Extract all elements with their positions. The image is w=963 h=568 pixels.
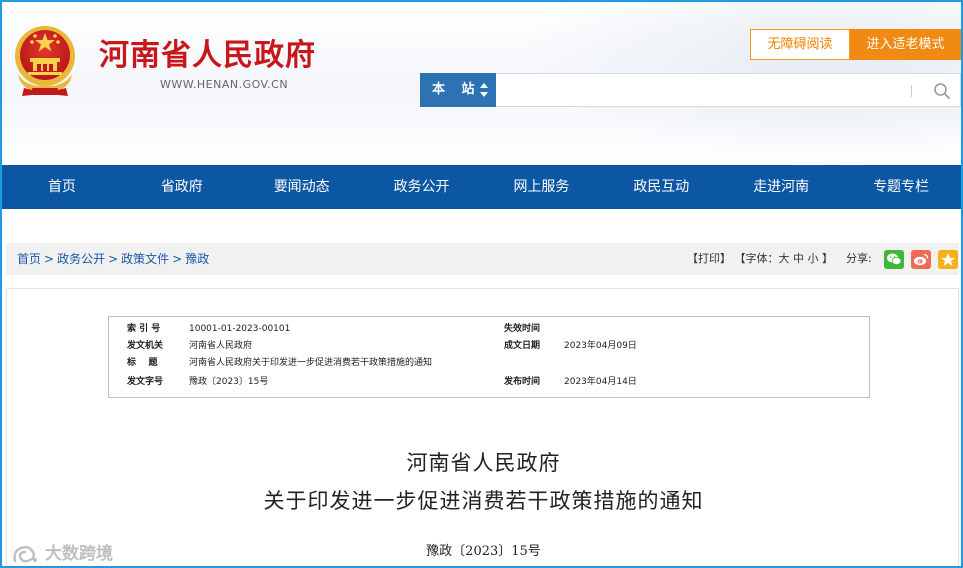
watermark-logo-icon — [13, 545, 37, 563]
site-title[interactable]: 河南省人民政府 — [99, 30, 316, 74]
share-label: 分享: — [846, 252, 872, 265]
search-icon[interactable] — [933, 82, 951, 100]
index-number-label: 索 引 号 — [127, 324, 161, 334]
print-button[interactable]: 【打印】 — [687, 252, 731, 265]
document-number: 豫政〔2023〕15号 — [426, 544, 541, 559]
browser-frame: 河南省人民政府 WWW.HENAN.GOV.CN 无障碍阅读 进入适老模式 本 … — [0, 0, 963, 568]
nav-item-news[interactable]: 要闻动态 — [242, 165, 362, 209]
font-size-suffix: 】 — [822, 252, 833, 265]
created-date-label: 成文日期 — [504, 341, 541, 351]
nav-item-online-services[interactable]: 网上服务 — [482, 165, 602, 209]
breadcrumb-yuzheng[interactable]: 豫政 — [185, 252, 209, 266]
breadcrumb-policy-documents[interactable]: 政策文件 — [121, 252, 169, 266]
qzone-icon[interactable] — [938, 250, 958, 269]
font-medium-button[interactable]: 中 — [793, 252, 804, 265]
elderly-mode-button[interactable]: 进入适老模式 — [850, 29, 961, 60]
breadcrumb-separator: > — [172, 252, 183, 266]
expiry-label: 失效时间 — [504, 324, 541, 334]
document-number-value: 豫政〔2023〕15号 — [189, 377, 269, 387]
index-number-value: 10001-01-2023-00101 — [189, 324, 291, 334]
title-label: 标 题 — [127, 358, 158, 368]
nav-item-special-topics[interactable]: 专题专栏 — [841, 165, 961, 209]
site-url: WWW.HENAN.GOV.CN — [160, 78, 289, 91]
weibo-icon[interactable] — [911, 250, 931, 269]
breadcrumb: 首页 > 政务公开 > 政策文件 > 豫政 — [17, 243, 209, 275]
national-emblem-icon — [15, 26, 75, 96]
metadata-row: 发文字号 豫政〔2023〕15号 发布时间 2023年04月14日 — [109, 374, 869, 390]
watermark-text: 大数跨境 — [45, 544, 113, 564]
breadcrumb-government-affairs[interactable]: 政务公开 — [57, 252, 105, 266]
issuer-value: 河南省人民政府 — [189, 341, 253, 351]
breadcrumb-home[interactable]: 首页 — [17, 252, 41, 266]
nav-item-government-affairs[interactable]: 政务公开 — [362, 165, 482, 209]
metadata-row: 索 引 号 10001-01-2023-00101 失效时间 — [109, 321, 869, 337]
watermark: 大数跨境 — [11, 539, 113, 564]
breadcrumb-separator: > — [108, 252, 119, 266]
font-small-button[interactable]: 小 — [808, 252, 819, 265]
nav-item-interaction[interactable]: 政民互动 — [601, 165, 721, 209]
document-metadata-table: 索 引 号 10001-01-2023-00101 失效时间 发文机关 河南省人… — [108, 316, 870, 398]
breadcrumb-separator: > — [44, 252, 55, 266]
document-title-line2: 关于印发进一步促进消费若干政策措施的通知 — [263, 489, 704, 513]
published-date-value: 2023年04月14日 — [564, 377, 637, 387]
created-date-value: 2023年04月09日 — [564, 341, 637, 351]
title-value: 河南省人民政府关于印发进一步促进消费若干政策措施的通知 — [189, 358, 433, 368]
search-input[interactable] — [502, 78, 902, 102]
search-scope-select[interactable]: 本 站 — [420, 73, 496, 107]
metadata-row: 标 题 河南省人民政府关于印发进一步促进消费若干政策措施的通知 — [109, 355, 869, 371]
search-divider — [911, 85, 912, 97]
main-nav: 首页 省政府 要闻动态 政务公开 网上服务 政民互动 走进河南 专题专栏 — [2, 165, 961, 209]
published-date-label: 发布时间 — [504, 377, 541, 387]
document-title-line1: 河南省人民政府 — [406, 451, 561, 475]
metadata-row: 发文机关 河南省人民政府 成文日期 2023年04月09日 — [109, 338, 869, 354]
nav-item-about-henan[interactable]: 走进河南 — [721, 165, 841, 209]
search-scope-label: 本 站 — [432, 82, 481, 97]
page-tools: 【打印】 【字体：大 中 小 】 — [687, 243, 833, 275]
issuer-label: 发文机关 — [127, 341, 164, 351]
updown-arrows-icon — [480, 83, 488, 97]
article-content: 索 引 号 10001-01-2023-00101 失效时间 发文机关 河南省人… — [6, 288, 959, 566]
document-number-label: 发文字号 — [127, 377, 164, 387]
wechat-icon[interactable] — [884, 250, 904, 269]
font-size-prefix: 【字体： — [734, 252, 779, 265]
search-box — [496, 73, 961, 107]
accessibility-reading-button[interactable]: 无障碍阅读 — [750, 29, 850, 60]
nav-item-home[interactable]: 首页 — [2, 165, 122, 209]
nav-item-provincial-government[interactable]: 省政府 — [122, 165, 242, 209]
breadcrumb-bar: 首页 > 政务公开 > 政策文件 > 豫政 【打印】 【字体：大 中 小 】 分享: — [6, 243, 959, 275]
site-header: 河南省人民政府 WWW.HENAN.GOV.CN 无障碍阅读 进入适老模式 本 … — [2, 2, 961, 165]
font-large-button[interactable]: 大 — [779, 252, 790, 265]
